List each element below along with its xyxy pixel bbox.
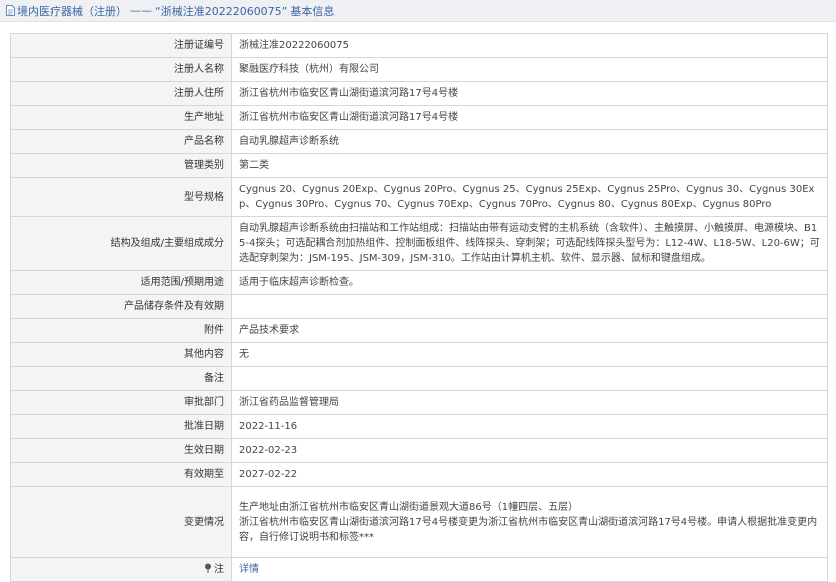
info-table: 注册证编号 浙械注准20222060075 注册人名称 聚融医疗科技（杭州）有限…: [10, 33, 828, 582]
row-value: [231, 366, 828, 391]
table-row: 变更情况 生产地址由浙江省杭州市临安区青山湖街道景观大道86号（1幢四层、五层）…: [10, 486, 828, 558]
row-value: 自动乳腺超声诊断系统: [231, 129, 828, 154]
row-label: 产品名称: [10, 129, 232, 154]
row-label: 生效日期: [10, 438, 232, 463]
row-value: 自动乳腺超声诊断系统由扫描站和工作站组成：扫描站由带有运动支臂的主机系统（含软件…: [231, 216, 828, 271]
info-table-container: 注册证编号 浙械注准20222060075 注册人名称 聚融医疗科技（杭州）有限…: [10, 33, 828, 582]
table-row: 生产地址 浙江省杭州市临安区青山湖街道滨河路17号4号楼: [10, 105, 828, 130]
note-label-cell: 注: [10, 557, 232, 582]
table-row: 产品储存条件及有效期: [10, 294, 828, 319]
header-reg-no: “浙械注准20222060075”: [155, 4, 288, 18]
table-row: 注册人住所 浙江省杭州市临安区青山湖街道滨河路17号4号楼: [10, 81, 828, 106]
table-row: 结构及组成/主要组成成分 自动乳腺超声诊断系统由扫描站和工作站组成：扫描站由带有…: [10, 216, 828, 271]
table-row: 型号规格 Cygnus 20、Cygnus 20Exp、Cygnus 20Pro…: [10, 177, 828, 217]
table-row: 注 详情: [10, 557, 828, 582]
row-value: 浙械注准20222060075: [231, 33, 828, 58]
row-label: 结构及组成/主要组成成分: [10, 216, 232, 271]
row-label: 管理类别: [10, 153, 232, 178]
row-label: 有效期至: [10, 462, 232, 487]
row-value: 浙江省杭州市临安区青山湖街道滨河路17号4号楼: [231, 105, 828, 130]
header-section: 基本信息: [290, 4, 335, 18]
row-value: 浙江省杭州市临安区青山湖街道滨河路17号4号楼: [231, 81, 828, 106]
detail-link[interactable]: 详情: [239, 564, 259, 575]
table-row: 其他内容 无: [10, 342, 828, 367]
change-line: 浙江省杭州市临安区青山湖街道滨河路17号4号楼变更为浙江省杭州市临安区青山湖街道…: [239, 516, 818, 543]
row-label: 注册人名称: [10, 57, 232, 82]
row-value: 适用于临床超声诊断检查。: [231, 270, 828, 295]
table-row: 生效日期 2022-02-23: [10, 438, 828, 463]
row-value: 2022-02-23: [231, 438, 828, 463]
header-separator: ——: [130, 4, 152, 17]
row-label: 批准日期: [10, 414, 232, 439]
table-row: 适用范围/预期用途 适用于临床超声诊断检查。: [10, 270, 828, 295]
table-row: 产品名称 自动乳腺超声诊断系统: [10, 129, 828, 154]
table-row: 注册证编号 浙械注准20222060075: [10, 33, 828, 58]
row-value: 聚融医疗科技（杭州）有限公司: [231, 57, 828, 82]
row-label: 变更情况: [10, 486, 232, 558]
pin-icon: [205, 563, 211, 573]
table-row: 管理类别 第二类: [10, 153, 828, 178]
row-label: 注: [214, 564, 224, 575]
row-label: 其他内容: [10, 342, 232, 367]
row-label: 备注: [10, 366, 232, 391]
row-label: 型号规格: [10, 177, 232, 217]
table-row: 有效期至 2027-02-22: [10, 462, 828, 487]
change-history-value: 生产地址由浙江省杭州市临安区青山湖街道景观大道86号（1幢四层、五层） 浙江省杭…: [231, 486, 828, 558]
document-icon: [6, 5, 15, 16]
change-line: 生产地址由浙江省杭州市临安区青山湖街道景观大道86号（1幢四层、五层）: [239, 501, 579, 513]
row-value: 无: [231, 342, 828, 367]
page-header: 境内医疗器械（注册） —— “浙械注准20222060075” 基本信息: [0, 0, 836, 22]
row-label: 注册证编号: [10, 33, 232, 58]
row-value: 详情: [231, 557, 828, 582]
table-row: 注册人名称 聚融医疗科技（杭州）有限公司: [10, 57, 828, 82]
row-value: Cygnus 20、Cygnus 20Exp、Cygnus 20Pro、Cygn…: [231, 177, 828, 217]
row-value: 浙江省药品监督管理局: [231, 390, 828, 415]
header-category: 境内医疗器械（注册）: [17, 4, 127, 18]
row-value: 2022-11-16: [231, 414, 828, 439]
row-label: 审批部门: [10, 390, 232, 415]
row-value: [231, 294, 828, 319]
row-value: 第二类: [231, 153, 828, 178]
row-label: 适用范围/预期用途: [10, 270, 232, 295]
row-label: 生产地址: [10, 105, 232, 130]
row-label: 产品储存条件及有效期: [10, 294, 232, 319]
row-label: 附件: [10, 318, 232, 343]
row-label: 注册人住所: [10, 81, 232, 106]
row-value: 2027-02-22: [231, 462, 828, 487]
table-row: 备注: [10, 366, 828, 391]
table-row: 审批部门 浙江省药品监督管理局: [10, 390, 828, 415]
table-row: 批准日期 2022-11-16: [10, 414, 828, 439]
row-value: 产品技术要求: [231, 318, 828, 343]
table-row: 附件 产品技术要求: [10, 318, 828, 343]
